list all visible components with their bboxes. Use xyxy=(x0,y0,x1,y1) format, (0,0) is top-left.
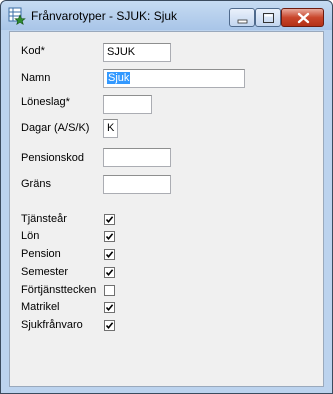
checkbox-tjanstear[interactable] xyxy=(104,214,115,225)
checkbox-label-sjukfranvaro: Sjukfrånvaro xyxy=(21,319,83,331)
grans-label: Gräns xyxy=(21,178,51,190)
checkbox-label-matrikel: Matrikel xyxy=(21,301,60,313)
close-button[interactable] xyxy=(281,8,324,27)
window-title: Frånvarotyper - SJUK: Sjuk xyxy=(31,9,178,23)
checkmark-icon xyxy=(105,322,114,330)
namn-field[interactable]: Sjuk xyxy=(103,69,245,88)
checkbox-label-tjanstear: Tjänsteår xyxy=(21,213,67,225)
checkbox-label-semester: Semester xyxy=(21,266,69,278)
pensionskod-field[interactable] xyxy=(103,148,171,167)
kod-field[interactable]: SJUK xyxy=(103,43,171,62)
window: Frånvarotyper - SJUK: Sjuk Kod* SJUK Nam… xyxy=(0,0,333,394)
dagar-field[interactable]: K xyxy=(103,119,118,138)
form-panel: Kod* SJUK Namn Sjuk Löneslag* Dagar (A/S… xyxy=(9,31,324,387)
checkmark-icon xyxy=(105,269,114,277)
minimize-icon xyxy=(237,19,248,24)
checkmark-icon xyxy=(105,304,114,312)
checkmark-icon xyxy=(105,216,114,224)
grans-field[interactable] xyxy=(103,175,171,194)
namn-label: Namn xyxy=(21,72,51,84)
checkbox-sjukfranvaro[interactable] xyxy=(104,320,115,331)
kod-label: Kod* xyxy=(21,45,45,57)
maximize-button[interactable] xyxy=(255,8,281,27)
namn-value: Sjuk xyxy=(107,72,131,84)
close-icon xyxy=(297,12,310,24)
checkbox-pension[interactable] xyxy=(104,249,115,260)
minimize-button[interactable] xyxy=(229,8,255,27)
dagar-label: Dagar (A/S/K) xyxy=(21,122,90,134)
checkbox-matrikel[interactable] xyxy=(104,302,115,313)
checkbox-lon[interactable] xyxy=(104,231,115,242)
pensionskod-label: Pensionskod xyxy=(21,152,84,164)
checkbox-label-lon: Lön xyxy=(21,230,40,242)
dagar-value: K xyxy=(107,122,115,134)
checkbox-label-pension: Pension xyxy=(21,248,61,260)
loneslag-label: Löneslag* xyxy=(21,96,70,108)
loneslag-field[interactable] xyxy=(103,95,152,114)
checkbox-semester[interactable] xyxy=(104,267,115,278)
maximize-icon xyxy=(263,13,274,23)
checkbox-label-fortjansttecken: Förtjänsttecken xyxy=(21,284,97,296)
kod-value: SJUK xyxy=(107,46,136,58)
checkmark-icon xyxy=(105,233,114,241)
title-bar[interactable]: Frånvarotyper - SJUK: Sjuk xyxy=(1,1,332,30)
spreadsheet-star-icon[interactable] xyxy=(8,7,26,25)
checkmark-icon xyxy=(105,251,114,259)
checkbox-fortjansttecken[interactable] xyxy=(104,285,115,296)
